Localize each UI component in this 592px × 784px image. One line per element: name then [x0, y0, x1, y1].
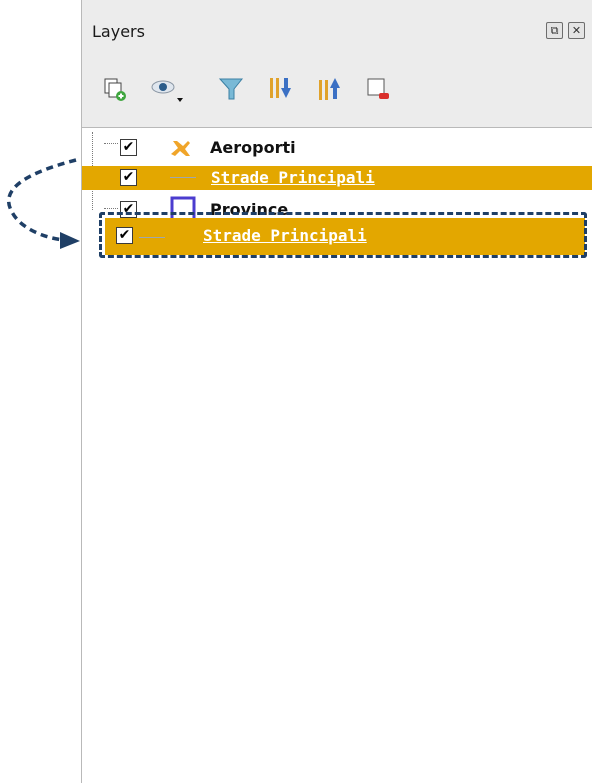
line-icon — [170, 177, 196, 178]
expand-all-button[interactable] — [266, 74, 296, 104]
filter-legend-button[interactable] — [217, 74, 247, 104]
panel-titlebar: Layers ⧉ ✕ — [82, 0, 592, 56]
collapse-all-button[interactable] — [315, 74, 345, 104]
expand-all-icon — [270, 78, 291, 98]
move-arrow-icon — [6, 158, 80, 249]
close-button[interactable]: ✕ — [568, 22, 585, 39]
layers-toolbar — [82, 60, 592, 116]
drop-target-outline — [99, 212, 587, 258]
visibility-checkbox[interactable]: ✔ — [120, 139, 137, 156]
manage-visibility-button[interactable] — [148, 74, 183, 104]
add-group-icon — [104, 78, 126, 101]
remove-layer-icon — [367, 78, 389, 99]
layer-label: Aeroporti — [210, 138, 296, 157]
layer-item-strade-principali[interactable]: ✔ Strade Principali — [82, 166, 592, 190]
layer-label: Strade Principali — [211, 168, 375, 187]
layer-item-aeroporti[interactable]: ✔ Aeroporti — [82, 136, 592, 160]
collapse-all-icon — [319, 78, 340, 100]
panel-title: Layers — [92, 22, 145, 41]
layers-panel: Layers ⧉ ✕ ✔ Aeroporti ✔ Strade Principa… — [81, 0, 592, 784]
eye-icon — [151, 80, 183, 102]
visibility-checkbox[interactable]: ✔ — [120, 169, 137, 186]
airplane-icon — [171, 141, 190, 156]
add-group-button[interactable] — [100, 74, 130, 104]
filter-icon — [218, 78, 244, 100]
float-button[interactable]: ⧉ — [546, 22, 563, 39]
remove-layer-button[interactable] — [364, 74, 394, 104]
